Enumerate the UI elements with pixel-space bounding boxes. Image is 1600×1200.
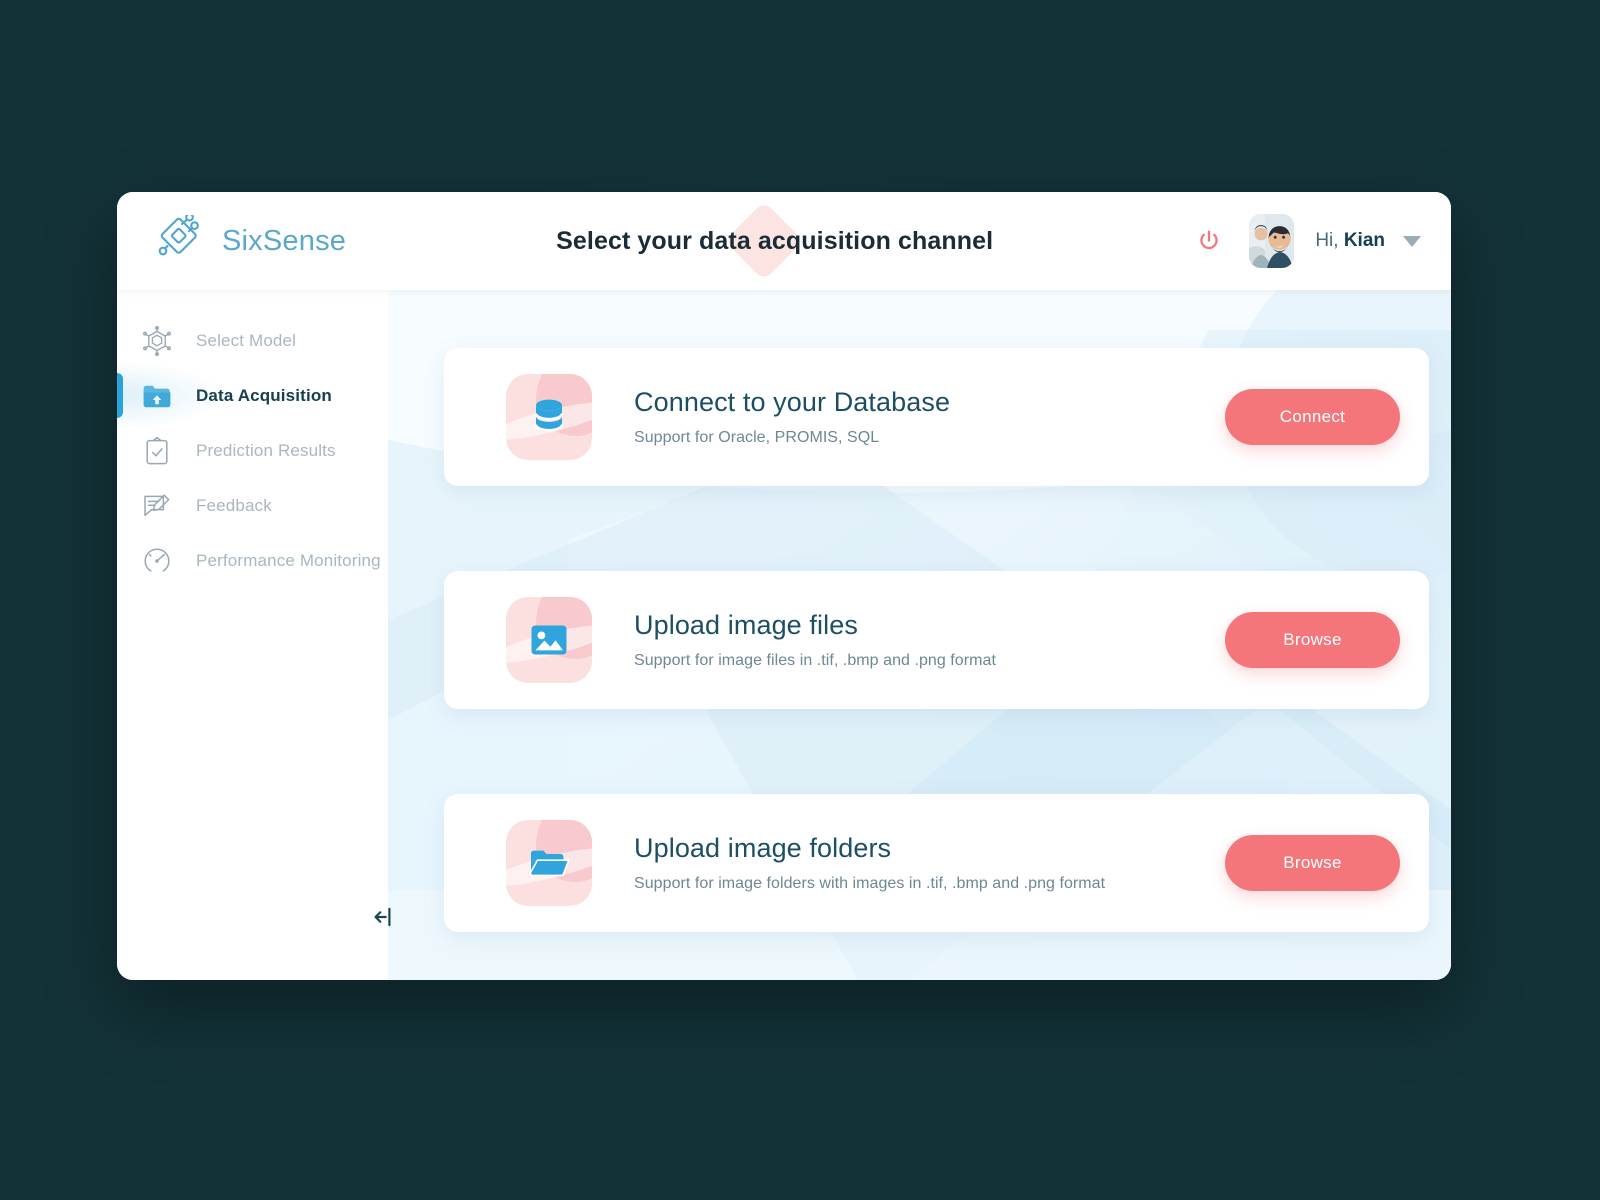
brand-name: SixSense	[222, 224, 347, 257]
app-body: Select Model Data Acquisition Prediction…	[117, 290, 1451, 980]
card-text: Upload image files Support for image fil…	[634, 610, 1201, 671]
card-upload-image-files[interactable]: Upload image files Support for image fil…	[444, 571, 1429, 709]
sidebar-item-label: Select Model	[196, 330, 297, 350]
database-icon	[534, 399, 564, 432]
collapse-sidebar-icon[interactable]	[369, 902, 399, 932]
chevron-down-icon[interactable]	[1403, 235, 1421, 247]
database-icon-tile	[506, 374, 592, 460]
card-text: Connect to your Database Support for Ora…	[634, 387, 1201, 448]
active-item-indicator	[117, 373, 123, 418]
sidebar-item-prediction-results[interactable]: Prediction Results	[117, 423, 388, 478]
page-title: Select your data acquisition channel	[556, 226, 994, 255]
avatar[interactable]	[1249, 214, 1295, 268]
gauge-speedometer-icon	[140, 544, 174, 578]
card-subtitle: Support for Oracle, PROMIS, SQL	[634, 429, 880, 447]
app-window: SixSense Select your data acquisition ch…	[117, 192, 1451, 980]
sidebar-item-label: Feedback	[196, 495, 272, 515]
connect-button[interactable]: Connect	[1225, 389, 1400, 445]
browse-folders-button[interactable]: Browse	[1225, 835, 1400, 891]
card-connect-database[interactable]: Connect to your Database Support for Ora…	[444, 348, 1429, 486]
card-action: Browse	[1225, 612, 1400, 668]
sidebar-item-feedback[interactable]: Feedback	[117, 478, 388, 533]
header-right-cluster: Hi, Kian	[1192, 214, 1451, 268]
sidebar-item-label: Prediction Results	[196, 440, 336, 460]
sidebar-item-select-model[interactable]: Select Model	[117, 313, 388, 368]
power-icon[interactable]	[1192, 224, 1226, 258]
acquisition-card-list: Connect to your Database Support for Ora…	[388, 290, 1451, 932]
sixsense-diamond-logo-icon	[158, 212, 210, 267]
sidebar-item-data-acquisition[interactable]: Data Acquisition	[117, 362, 388, 429]
comment-edit-icon	[140, 489, 174, 523]
card-text: Upload image folders Support for image f…	[634, 833, 1201, 894]
folder-open-icon-tile	[506, 820, 592, 906]
card-subtitle: Support for image files in .tif, .bmp an…	[634, 652, 996, 670]
folder-open-icon	[529, 850, 569, 877]
user-name: Kian	[1343, 230, 1385, 251]
user-greeting: Hi, Kian	[1315, 230, 1385, 252]
cube-model-icon	[140, 324, 174, 358]
card-title: Upload image files	[634, 609, 858, 640]
card-title: Upload image folders	[634, 832, 892, 863]
sidebar: Select Model Data Acquisition Prediction…	[117, 290, 391, 980]
greeting-prefix: Hi,	[1315, 230, 1344, 251]
card-upload-image-folders[interactable]: Upload image folders Support for image f…	[444, 794, 1429, 932]
card-title: Connect to your Database	[634, 386, 951, 417]
sidebar-item-label: Performance Monitoring	[196, 550, 381, 570]
folder-upload-icon	[140, 379, 174, 413]
app-header: SixSense Select your data acquisition ch…	[117, 192, 1451, 290]
sidebar-item-label: Data Acquisition	[196, 385, 332, 405]
card-subtitle: Support for image folders with images in…	[634, 875, 1106, 893]
card-action: Browse	[1225, 835, 1400, 891]
clipboard-check-icon	[140, 434, 174, 468]
image-file-icon	[531, 625, 567, 655]
browse-files-button[interactable]: Browse	[1225, 612, 1400, 668]
header-title-area: Select your data acquisition channel	[357, 201, 1192, 281]
main-content: Connect to your Database Support for Ora…	[388, 290, 1451, 980]
sidebar-item-performance-monitoring[interactable]: Performance Monitoring	[117, 533, 388, 588]
card-action: Connect	[1225, 389, 1400, 445]
sidebar-nav-list: Select Model Data Acquisition Prediction…	[117, 313, 388, 588]
image-file-icon-tile	[506, 597, 592, 683]
